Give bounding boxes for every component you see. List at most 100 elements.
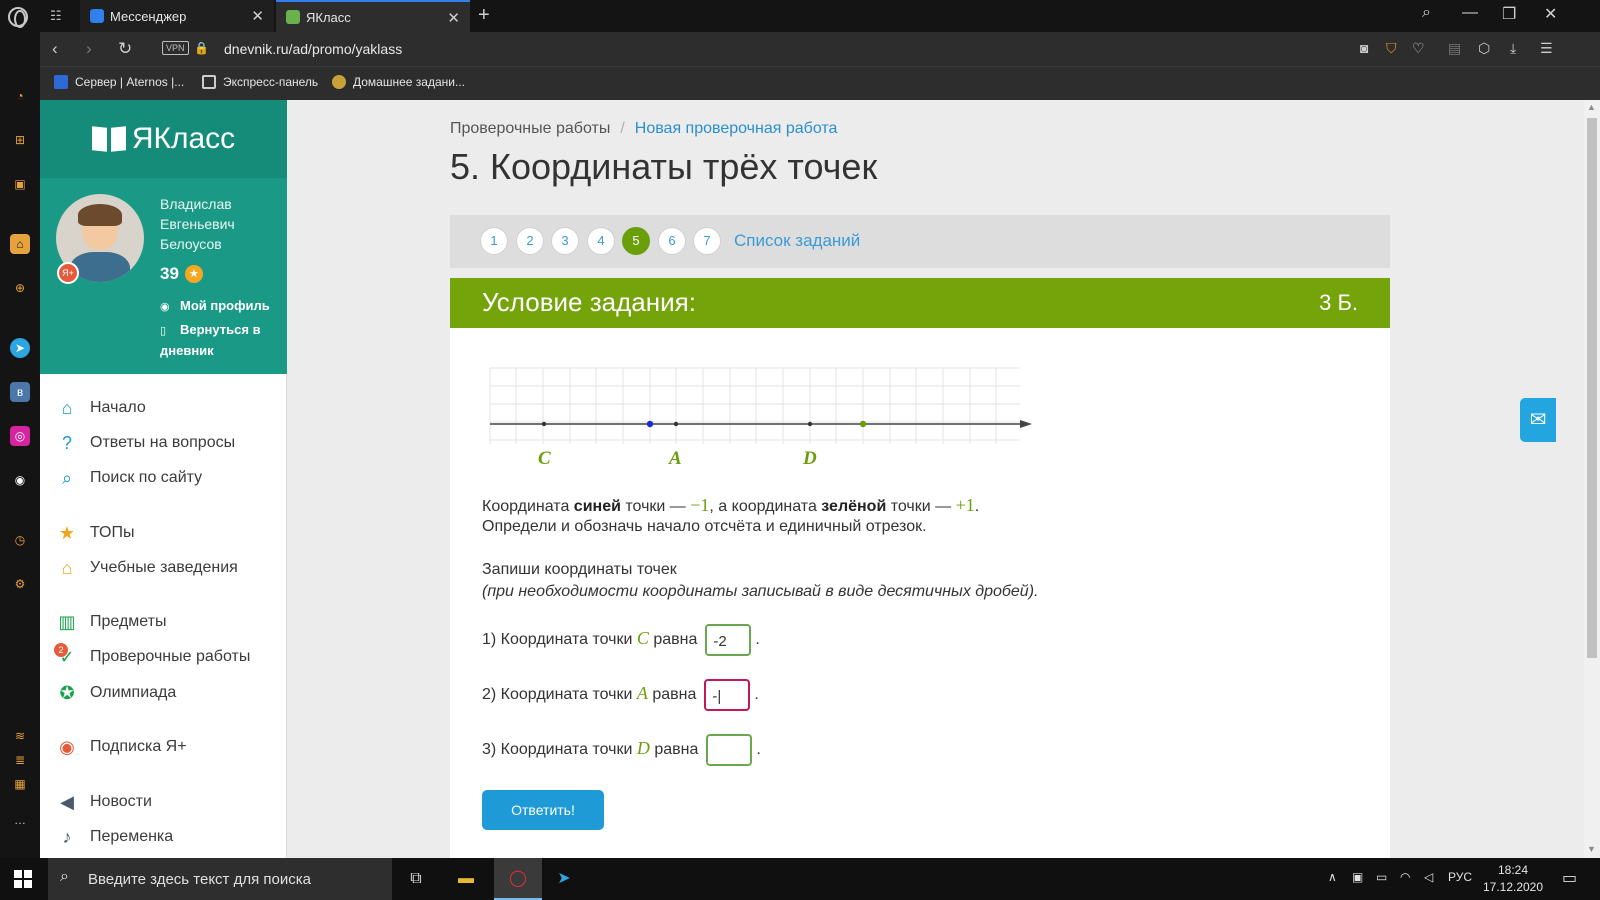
vk-icon[interactable]: в [10,382,30,402]
page-4-button[interactable]: 4 [587,227,615,255]
chip-icon[interactable]: ▦ [10,774,30,794]
download-icon[interactable]: ⤓ [1510,40,1516,57]
discord-icon[interactable]: ◉ [10,470,30,490]
opera-icon[interactable]: ◯ [506,867,530,891]
answer-a-input[interactable]: -| [704,679,751,711]
page-7-button[interactable]: 7 [693,227,721,255]
gamepad-icon[interactable]: ☷ [50,8,70,24]
page-scrollbar[interactable]: ▲ ▼ [1584,100,1600,858]
menu-item-subjects[interactable]: ▥ Предметы [56,610,166,634]
question-prefix: 1) Координата точки [482,631,637,649]
tab-yaklass[interactable]: ЯКласс ✕ [276,0,470,32]
close-tab-icon[interactable]: ✕ [447,9,460,27]
menu-label: Олимпиада [90,684,177,701]
speedometer-icon[interactable]: ◔ [10,86,30,106]
history-icon[interactable]: ◷ [10,530,30,550]
battery-icon[interactable]: ▭ [1376,870,1387,884]
volume-icon[interactable]: ◁ [1424,870,1433,884]
notifications-icon[interactable]: ▭ [1562,868,1577,888]
telegram-icon[interactable]: ➤ [10,338,30,358]
site-logo[interactable]: ЯКласс [40,100,287,178]
windows-start-icon[interactable] [14,870,32,888]
page-5-button[interactable]: 5 [622,227,650,255]
meet-icon[interactable]: ▣ [1352,870,1363,884]
opera-logo-icon[interactable] [8,7,28,28]
vpn-badge[interactable]: VPN [162,41,189,55]
new-tab-icon[interactable]: + [478,4,490,27]
minimize-icon[interactable]: — [1462,4,1478,22]
bell-icon: ♪ [62,827,72,847]
breadcrumb-parent[interactable]: Проверочные работы [450,120,610,137]
shield-icon[interactable]: ⛉ [1386,40,1397,57]
twitch-icon[interactable]: ▣ [10,174,30,194]
telegram-taskbar-icon[interactable]: ➤ [552,867,576,891]
my-profile-link[interactable]: ◉ Мой профиль [160,296,270,317]
wifi-icon[interactable]: ◠ [1400,870,1410,884]
page-1-button[interactable]: 1 [480,227,508,255]
start-tile [24,880,32,888]
settings-icon[interactable]: ⚙ [10,574,30,594]
url-field[interactable]: dnevnik.ru/ad/promo/yaklass [224,41,402,57]
answer-c-input[interactable]: -2 [705,624,752,656]
mail-icon[interactable]: ✉ [1520,398,1556,442]
more-icon[interactable]: … [10,810,30,830]
storage-icon[interactable]: ≣ [10,750,30,770]
question-point: A [636,683,648,704]
heart-icon[interactable]: ♡ [1412,40,1425,57]
user-name[interactable]: Владислав Евгеньевич Белоусов [160,194,280,254]
bookmark-aternos[interactable]: Сервер | Aternos |... [54,75,184,89]
menu-item-home[interactable]: ⌂ Начало [56,396,146,420]
forward-icon[interactable]: › [86,39,92,59]
menu-item-tests[interactable]: ✓ Проверочные работы [56,645,250,669]
breadcrumb-current[interactable]: Новая проверочная работа [635,120,838,137]
task-points: 3 Б. [1319,290,1358,315]
menu-item-tops[interactable]: ★ ТОПы [56,521,135,545]
camera-icon[interactable]: ◙ [1360,40,1368,56]
task-list-link[interactable]: Список заданий [734,231,860,251]
task-view-icon[interactable]: ⧉ [404,867,428,891]
home-panel-icon[interactable]: ⌂ [10,234,30,254]
lock-icon[interactable]: 🔒 [194,41,209,55]
scroll-down-icon[interactable]: ▼ [1587,844,1596,854]
answer-d-input[interactable] [706,734,753,766]
menu-item-news[interactable]: ◀ Новости [56,790,152,814]
tray-chevron-icon[interactable]: ∧ [1328,870,1337,884]
scroll-up-icon[interactable]: ▲ [1587,102,1596,112]
bookmark-homework[interactable]: Домашнее задани... [332,75,465,89]
menu-item-break[interactable]: ♪ Переменка [56,825,174,849]
reader-icon[interactable]: ▤ [1448,40,1461,57]
page-6-button[interactable]: 6 [658,227,686,255]
bag-icon[interactable]: ⊞ [10,130,30,150]
page-3-button[interactable]: 3 [551,227,579,255]
bookmark-speed-dial[interactable]: Экспресс-панель [202,75,318,89]
cube-icon[interactable]: ⬡ [1478,40,1490,57]
instagram-icon[interactable]: ◎ [10,426,30,446]
scroll-thumb[interactable] [1587,118,1597,658]
menu-item-olympiad[interactable]: ✪ Олимпиада [56,681,176,705]
tab-messenger[interactable]: Мессенджер ✕ [80,0,274,32]
clock-time: 18:24 [1497,863,1529,877]
page-2-button[interactable]: 2 [516,227,544,255]
submit-answer-button[interactable]: Ответить! [482,790,604,830]
menu-icon[interactable]: ☰ [1540,40,1553,57]
file-explorer-icon[interactable]: ▬ [454,867,478,891]
reload-icon[interactable]: ↻ [118,39,132,59]
language-indicator[interactable]: РУС [1448,870,1472,884]
menu-item-answers[interactable]: ? Ответы на вопросы [56,431,235,455]
clock[interactable]: 18:24 17.12.2020 [1480,862,1546,896]
menu-item-schools[interactable]: ⌂ Учебные заведения [56,556,238,580]
menu-item-search[interactable]: ⌕ Поиск по сайту [56,466,202,490]
menu-label: Учебные заведения [90,559,238,576]
search-tabs-icon[interactable]: ⌕ [1422,4,1431,22]
avatar-body [70,252,130,282]
taskbar-search-input[interactable]: ⌕ Введите здесь текст для поиска [48,858,392,900]
back-to-diary-link[interactable]: ▯ Вернуться в дневник [160,320,280,361]
menu-label: Поиск по сайту [90,469,203,486]
menu-item-subscription[interactable]: ◉ Подписка Я+ [56,735,186,759]
restore-icon[interactable]: ❐ [1502,4,1516,24]
gamepad-panel-icon[interactable]: ⊕ [10,278,30,298]
close-tab-icon[interactable]: ✕ [251,7,264,25]
back-icon[interactable]: ‹ [52,39,58,59]
window-close-icon[interactable]: ✕ [1544,4,1557,24]
wifi-panel-icon[interactable]: ≋ [10,726,30,746]
